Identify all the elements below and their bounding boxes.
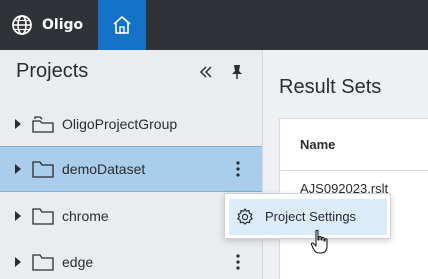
menu-item-label: Project Settings bbox=[265, 209, 357, 224]
folder-icon bbox=[32, 208, 54, 225]
tree-item-oligoprojectgroup[interactable]: OligoProjectGroup bbox=[0, 101, 262, 147]
tree-item-label: demoDataset bbox=[62, 161, 146, 177]
kebab-icon[interactable] bbox=[232, 160, 244, 178]
tree-item-label: edge bbox=[62, 254, 94, 270]
column-header-label: Name bbox=[300, 137, 336, 152]
kebab-icon[interactable] bbox=[232, 253, 244, 271]
double-chevron-left-icon[interactable] bbox=[198, 64, 214, 80]
globe-icon bbox=[12, 15, 32, 35]
top-bar: Oligo bbox=[0, 0, 428, 50]
tree-item-edge[interactable]: edge bbox=[0, 239, 262, 279]
tree-item-label: OligoProjectGroup bbox=[62, 116, 178, 132]
pin-icon[interactable] bbox=[230, 64, 244, 80]
project-context-menu: Project Settings bbox=[224, 193, 391, 239]
gear-icon bbox=[237, 208, 253, 225]
home-icon bbox=[113, 16, 131, 34]
caret-right-icon[interactable] bbox=[13, 256, 23, 268]
app-name: Oligo bbox=[42, 17, 84, 33]
caret-right-icon[interactable] bbox=[13, 118, 23, 130]
tree-item-label: chrome bbox=[62, 208, 109, 224]
home-button[interactable] bbox=[98, 0, 146, 50]
projects-sidebar: Projects OligoProjectGroup demoDataset c… bbox=[0, 50, 262, 279]
brand[interactable]: Oligo bbox=[10, 0, 83, 50]
menu-item-project-settings[interactable]: Project Settings bbox=[229, 199, 387, 235]
folder-icon bbox=[32, 254, 54, 271]
tree-item-demodataset[interactable]: demoDataset bbox=[0, 146, 262, 192]
tree-item-chrome[interactable]: chrome bbox=[0, 193, 262, 239]
folder-group-icon bbox=[32, 116, 54, 133]
table-header-name[interactable]: Name bbox=[280, 119, 428, 171]
folder-icon bbox=[32, 161, 54, 178]
sidebar-title: Projects bbox=[16, 60, 89, 82]
main-panel: Result Sets Name AJS092023.rslt bbox=[263, 50, 428, 279]
page-title: Result Sets bbox=[279, 76, 382, 98]
caret-right-icon[interactable] bbox=[13, 163, 23, 175]
hand-pointer-icon bbox=[310, 229, 328, 254]
caret-right-icon[interactable] bbox=[13, 210, 23, 222]
